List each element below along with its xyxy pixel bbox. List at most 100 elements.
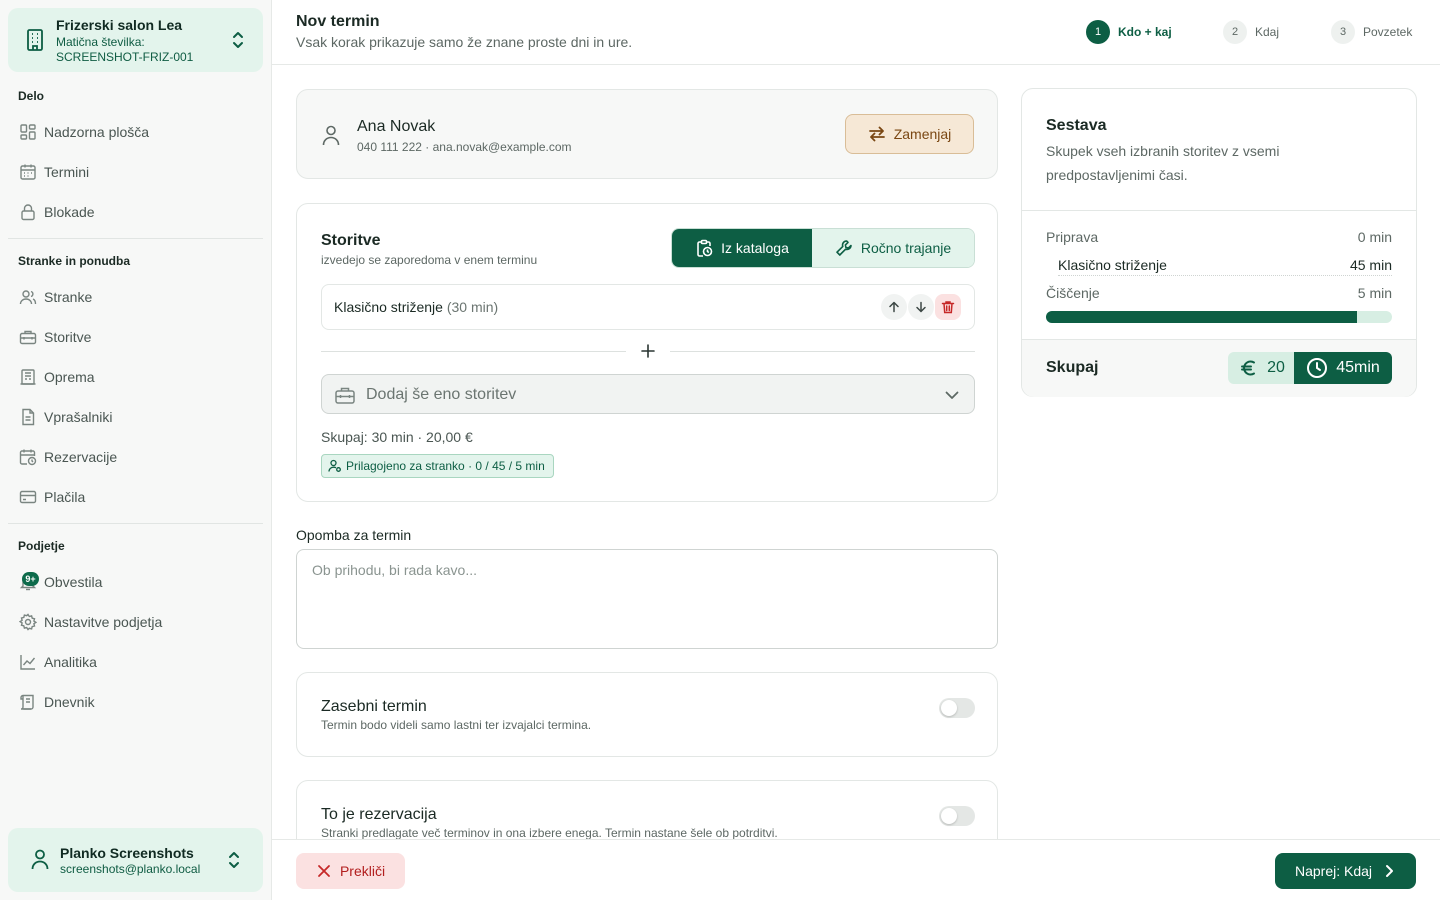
reservation-toggle[interactable] xyxy=(939,806,975,826)
sidebar-item-label: Analitika xyxy=(44,654,97,670)
summary-description: Skupek vseh izbranih storitev z vsemi pr… xyxy=(1046,143,1280,183)
swap-client-label: Zamenjaj xyxy=(893,126,952,142)
organization-id-label: Matična številka: xyxy=(56,35,145,49)
step-number: 3 xyxy=(1331,20,1355,44)
mode-catalog-label: Iz kataloga xyxy=(721,240,789,256)
summary-header: Sestava Skupek vseh izbranih storitev z … xyxy=(1022,89,1416,211)
swap-client-button[interactable]: Zamenjaj xyxy=(845,114,974,154)
summary-row-preparation: Priprava 0 min xyxy=(1046,226,1392,248)
sidebar-item-payments[interactable]: Plačila xyxy=(18,482,258,512)
euro-icon xyxy=(1241,360,1256,376)
nav-section-company: Podjetje xyxy=(18,539,65,553)
user-icon xyxy=(322,125,340,146)
step-number: 2 xyxy=(1223,20,1247,44)
users-icon xyxy=(18,287,38,307)
next-step-button[interactable]: Naprej: Kdaj xyxy=(1275,853,1416,889)
sidebar-item-notifications[interactable]: Obvestila xyxy=(18,567,258,597)
add-service-select[interactable]: Dodaj še eno storitev xyxy=(321,374,975,414)
summary-row-label: Klasično striženje xyxy=(1058,256,1167,273)
sidebar-item-clients[interactable]: Stranke xyxy=(18,282,258,312)
user-name: Planko Screenshots xyxy=(60,845,194,861)
calendar-clock-icon xyxy=(18,447,38,467)
services-card: Storitve izvedejo se zaporedoma v enem t… xyxy=(296,203,998,502)
scroll-icon xyxy=(18,692,38,712)
step-summary[interactable]: 3 Povzetek xyxy=(1331,20,1412,44)
move-up-button[interactable] xyxy=(881,294,907,320)
sidebar-item-blocks[interactable]: Blokade xyxy=(18,197,258,227)
client-card: Ana Novak 040 111 222 · ana.novak@exampl… xyxy=(296,89,998,179)
gear-icon xyxy=(18,612,38,632)
move-down-button[interactable] xyxy=(908,294,934,320)
sidebar-item-label: Blokade xyxy=(44,204,95,220)
sidebar: Frizerski salon Lea Matična številka: SC… xyxy=(0,0,272,900)
summary-row-value: 0 min xyxy=(1357,229,1392,245)
sidebar-item-analytics[interactable]: Analitika xyxy=(18,647,258,677)
sidebar-item-reservations[interactable]: Rezervacije xyxy=(18,442,258,472)
summary-row-label: Priprava xyxy=(1046,229,1099,245)
toolbox-icon xyxy=(18,327,38,347)
wrench-icon xyxy=(836,240,852,256)
chevron-down-icon xyxy=(945,391,959,399)
sidebar-item-label: Termini xyxy=(44,164,90,180)
composition-summary-card: Sestava Skupek vseh izbranih storitev z … xyxy=(1021,88,1417,397)
private-appointment-card: Zasebni termin Termin bodo videli samo l… xyxy=(296,672,998,757)
note-textarea[interactable] xyxy=(296,549,998,649)
sidebar-item-equipment[interactable]: Oprema xyxy=(18,362,258,392)
reservation-description: Stranki predlagate več terminov in ona i… xyxy=(321,826,778,840)
chart-line-icon xyxy=(18,652,38,672)
lock-icon xyxy=(18,202,38,222)
sidebar-item-dashboard[interactable]: Nadzorna plošča xyxy=(18,117,258,147)
swap-arrows-icon xyxy=(868,126,885,142)
user-icon xyxy=(31,849,49,870)
sidebar-item-services[interactable]: Storitve xyxy=(18,322,258,352)
private-toggle[interactable] xyxy=(939,698,975,718)
step-when[interactable]: 2 Kdaj xyxy=(1223,20,1279,44)
credit-card-icon xyxy=(18,487,38,507)
remove-service-button[interactable] xyxy=(935,294,961,320)
sidebar-item-company-settings[interactable]: Nastavitve podjetja xyxy=(18,607,258,637)
services-subtitle: izvedejo se zaporedoma v enem terminu xyxy=(321,253,538,267)
sidebar-item-label: Plačila xyxy=(44,489,86,505)
building-icon xyxy=(27,29,43,51)
plus-icon[interactable] xyxy=(639,341,657,361)
step-label: Kdaj xyxy=(1255,25,1280,39)
total-time-pill: 45min xyxy=(1294,352,1392,384)
sidebar-item-label: Vprašalniki xyxy=(44,409,113,425)
summary-total-row: Skupaj 20 45min xyxy=(1022,339,1416,397)
user-settings-icon xyxy=(328,459,341,472)
cancel-button[interactable]: Prekliči xyxy=(296,853,405,889)
service-duration: (30 min) xyxy=(446,299,499,315)
duration-progress-fill xyxy=(1046,311,1358,323)
services-total: Skupaj: 30 min · 20,00 € xyxy=(321,429,473,445)
service-name: Klasično striženje xyxy=(334,299,443,315)
step-who-what[interactable]: 1 Kdo + kaj xyxy=(1086,20,1172,44)
page-title: Nov termin xyxy=(296,13,380,30)
step-label: Povzetek xyxy=(1363,25,1413,39)
user-menu[interactable]: Planko Screenshots screenshots@planko.lo… xyxy=(8,828,263,892)
client-contact: 040 111 222 · ana.novak@example.com xyxy=(357,140,572,154)
chevron-up-down-icon xyxy=(233,32,243,48)
organization-id: SCREENSHOT-FRIZ-001 xyxy=(56,50,194,64)
sidebar-item-label: Nastavitve podjetja xyxy=(44,614,163,630)
notification-count-badge: 9+ xyxy=(22,572,39,586)
organization-name: Frizerski salon Lea xyxy=(56,17,183,33)
total-price-pill: 20 xyxy=(1228,352,1296,384)
sidebar-item-log[interactable]: Dnevnik xyxy=(18,687,258,717)
mode-catalog-button[interactable]: Iz kataloga xyxy=(672,229,812,267)
organization-switcher[interactable]: Frizerski salon Lea Matična številka: SC… xyxy=(8,8,263,72)
sidebar-divider xyxy=(8,238,263,239)
chevron-up-down-icon xyxy=(229,852,239,868)
sidebar-divider xyxy=(8,523,263,524)
sidebar-item-label: Obvestila xyxy=(44,574,103,590)
cancel-label: Prekliči xyxy=(339,863,386,879)
sidebar-item-appointments[interactable]: Termini xyxy=(18,157,258,187)
equipment-icon xyxy=(18,367,38,387)
mode-manual-label: Ročno trajanje xyxy=(860,240,952,256)
close-icon xyxy=(318,865,330,877)
mode-manual-button[interactable]: Ročno trajanje xyxy=(812,229,974,267)
sidebar-item-label: Oprema xyxy=(44,369,95,385)
summary-total-label: Skupaj xyxy=(1046,359,1099,376)
sidebar-item-questionnaires[interactable]: Vprašalniki xyxy=(18,402,258,432)
summary-row-value: 5 min xyxy=(1357,285,1392,301)
toolbox-icon xyxy=(335,387,355,404)
